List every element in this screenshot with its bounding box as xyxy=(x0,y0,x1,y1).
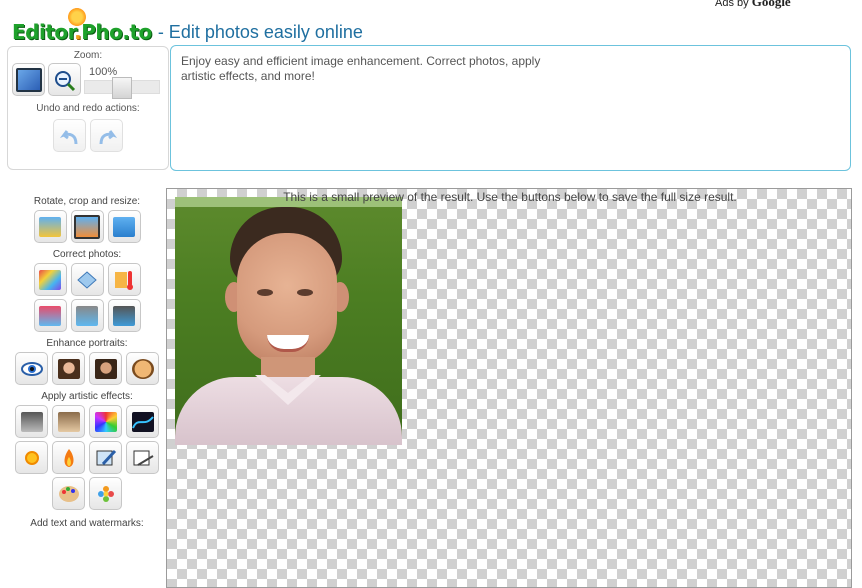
logo-text-photo: Pho.to xyxy=(81,20,152,44)
site-tagline: - Edit photos easily online xyxy=(157,22,363,42)
zoom-out-button[interactable] xyxy=(48,63,81,96)
exposure-icon xyxy=(76,305,98,326)
description-line-1: Enjoy easy and efficient image enhanceme… xyxy=(181,54,541,68)
rotate-button[interactable] xyxy=(33,210,67,243)
sun-burst-icon xyxy=(21,448,43,468)
magnifier-zoom-out-icon xyxy=(54,70,76,91)
pencil-icon xyxy=(95,448,117,468)
wrinkle-removal-button[interactable] xyxy=(89,352,122,385)
redo-icon xyxy=(96,126,118,146)
funny-face-button[interactable] xyxy=(126,352,159,385)
face-icon xyxy=(57,358,80,379)
zoom-panel: Zoom: 100% Undo and redo actions: xyxy=(7,46,169,170)
preview-canvas[interactable]: This is a small preview of the result. U… xyxy=(166,188,852,588)
description-line-2: artistic effects, and more! xyxy=(181,69,315,83)
redo-button[interactable] xyxy=(90,119,123,152)
grayscale-icon xyxy=(20,411,43,432)
rotate-crop-label: Rotate, crop and resize: xyxy=(33,196,141,207)
flame-icon xyxy=(58,448,80,468)
portrait-icon xyxy=(94,358,117,379)
glow-button[interactable] xyxy=(15,441,48,474)
fit-to-screen-button[interactable] xyxy=(12,63,45,96)
drawing-button[interactable] xyxy=(126,441,159,474)
zoom-slider-thumb[interactable] xyxy=(112,76,132,99)
enhance-portraits-label: Enhance portraits: xyxy=(46,338,128,349)
fit-screen-icon xyxy=(15,67,42,92)
sketch-button[interactable] xyxy=(89,441,122,474)
artistic-effects-label: Apply artistic effects: xyxy=(41,391,133,402)
color-balance-icon xyxy=(39,305,61,326)
eye-icon xyxy=(20,359,43,379)
curves-icon xyxy=(131,411,154,432)
auto-fix-button[interactable] xyxy=(33,263,67,296)
photo-preview xyxy=(175,197,402,445)
crop-icon xyxy=(74,214,100,239)
photo-eye-left xyxy=(257,289,273,296)
google-brand: Google xyxy=(751,0,791,9)
exposure-button[interactable] xyxy=(70,299,104,332)
zoom-slider[interactable] xyxy=(84,76,160,99)
drawing-icon xyxy=(132,448,154,468)
color-fix-icon xyxy=(39,269,61,290)
description-box: Enjoy easy and efficient image enhanceme… xyxy=(170,45,851,171)
flower-icon xyxy=(95,484,117,504)
resize-icon xyxy=(113,216,135,237)
curves-button[interactable] xyxy=(126,405,159,438)
painting-button[interactable] xyxy=(52,477,85,510)
preview-note: This is a small preview of the result. U… xyxy=(283,190,737,204)
crop-button[interactable] xyxy=(70,210,104,243)
undo-button[interactable] xyxy=(53,119,86,152)
undo-icon xyxy=(59,126,81,146)
sepia-button[interactable] xyxy=(52,405,85,438)
temperature-button[interactable] xyxy=(107,263,141,296)
text-watermarks-label: Add text and watermarks: xyxy=(30,518,144,529)
undo-redo-label: Undo and redo actions: xyxy=(36,103,140,114)
ads-by-google[interactable]: Ads by Google xyxy=(715,0,791,10)
photo-eye-right xyxy=(297,289,313,296)
zoom-label: Zoom: xyxy=(73,50,103,61)
rotate-icon xyxy=(39,216,61,237)
color-balance-button[interactable] xyxy=(33,299,67,332)
skin-smoothing-button[interactable] xyxy=(52,352,85,385)
grayscale-button[interactable] xyxy=(15,405,48,438)
levels-button[interactable] xyxy=(107,299,141,332)
photo-shirt xyxy=(175,377,402,445)
rainbow-icon xyxy=(94,411,117,432)
color-effects-button[interactable] xyxy=(89,405,122,438)
tools-sidebar: Rotate, crop and resize: Correct photos:… xyxy=(7,188,167,588)
thermometer-icon xyxy=(113,270,135,290)
red-eye-button[interactable] xyxy=(15,352,48,385)
levels-icon xyxy=(113,305,135,326)
sepia-icon xyxy=(57,411,80,432)
correct-photos-label: Correct photos: xyxy=(52,249,122,260)
fire-button[interactable] xyxy=(52,441,85,474)
sharpen-button[interactable] xyxy=(70,263,104,296)
resize-button[interactable] xyxy=(107,210,141,243)
ads-label: Ads by xyxy=(715,0,749,9)
palette-icon xyxy=(58,484,80,504)
logo-text-editor: Editor xyxy=(12,20,75,44)
flowers-button[interactable] xyxy=(89,477,122,510)
site-logo[interactable]: Editor.Pho.to xyxy=(12,8,152,44)
cartoon-face-icon xyxy=(131,358,154,379)
sun-icon xyxy=(68,8,86,26)
site-header: Editor.Pho.to - Edit photos easily onlin… xyxy=(12,8,363,44)
diamond-icon xyxy=(76,270,98,290)
